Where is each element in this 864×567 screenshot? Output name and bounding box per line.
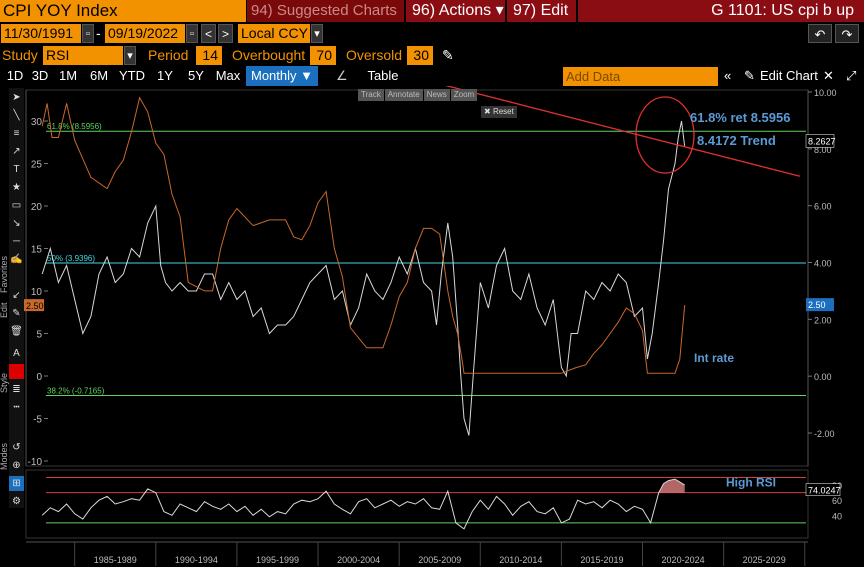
period-input[interactable]: 14: [196, 46, 222, 65]
x-tick-label: 2005-2009: [418, 555, 461, 565]
fib-label: 50% (3.9396): [47, 254, 95, 263]
high-rsi-annotation: High RSI: [726, 476, 776, 490]
y-left-tick-label: 10: [31, 287, 43, 298]
end-date-input[interactable]: 09/19/2022: [105, 24, 185, 43]
rsi-badge-label: 74.0247: [808, 486, 841, 496]
edit-label: 97) Edit: [513, 2, 569, 19]
period-label: Period: [148, 47, 189, 63]
start-date-input[interactable]: 11/30/1991: [1, 24, 81, 43]
highlight-circle: [635, 96, 695, 174]
plot-frame: [25, 89, 809, 467]
chart-title: G 1101: US cpi b up: [578, 0, 864, 22]
fib-label: 61.8% (8.5956): [47, 122, 102, 131]
rsi-tick-label: 40: [832, 511, 842, 521]
int-rate-series: [41, 96, 686, 374]
overbought-label: Overbought: [232, 47, 306, 63]
tab-1y[interactable]: 1Y: [151, 66, 179, 86]
ticker-field[interactable]: CPI YOY Index: [0, 0, 246, 22]
y-right-tick-label: 4.00: [814, 259, 832, 269]
mini-zoom-button[interactable]: Zoom: [450, 89, 478, 101]
reset-label: Reset: [492, 107, 514, 116]
y-left-tick-label: 30: [31, 117, 43, 128]
chart-mini-toolbar: Track Annotate News Zoom: [358, 89, 478, 103]
retracement-annotation: 61.8% ret 8.5956: [690, 110, 790, 125]
y-left-tick-label: 15: [31, 245, 43, 256]
tab-max[interactable]: Max: [213, 66, 243, 86]
oversold-label: Oversold: [346, 47, 403, 63]
oversold-input[interactable]: 30: [407, 46, 433, 65]
tab-1m[interactable]: 1M: [54, 66, 82, 86]
y-right-tick-label: 10.00: [814, 88, 837, 98]
chart-canvas[interactable]: 61.8% (8.5956) 50% (3.9396) 38.2% (-0.7165…: [0, 86, 864, 567]
study-select[interactable]: RSI: [43, 46, 123, 65]
tab-monthly[interactable]: Monthly ▼: [246, 66, 318, 86]
redo-button[interactable]: ↷: [835, 24, 859, 43]
reset-icon: ✖: [484, 107, 491, 116]
line-chart-icon[interactable]: ∠: [336, 66, 350, 86]
x-tick-label: 1985-1989: [94, 555, 137, 565]
overbought-input[interactable]: 70: [310, 46, 336, 65]
price-badge-label: 2.50: [808, 300, 826, 310]
edit-chart-button[interactable]: Edit Chart: [760, 66, 818, 86]
pencil-icon[interactable]: ✎: [744, 66, 755, 86]
tab-3d[interactable]: 3D: [29, 66, 51, 86]
add-data-input[interactable]: Add Data: [563, 67, 718, 86]
x-tick-label: 1995-1999: [256, 555, 299, 565]
x-tick-label: 2020-2024: [662, 555, 705, 565]
rsi-frame: [25, 469, 809, 539]
x-tick-label: 2000-2004: [337, 555, 380, 565]
mini-track-button[interactable]: Track: [358, 89, 384, 101]
y-left-tick-label: 20: [31, 202, 43, 213]
actions-button[interactable]: 96) Actions ▾: [406, 0, 505, 22]
currency-select[interactable]: Local CCY: [238, 24, 310, 43]
mini-annotate-button[interactable]: Annotate: [384, 89, 423, 101]
next-period-button[interactable]: >: [218, 24, 233, 43]
trend-annotation: 8.4172 Trend: [697, 133, 776, 148]
calendar-icon[interactable]: ▫: [82, 24, 94, 43]
x-tick-label: 2015-2019: [580, 555, 623, 565]
suggested-charts-button[interactable]: 94) Suggested Charts: [247, 0, 404, 22]
cpi-yoy-index-series: [41, 120, 686, 436]
rsi-tick-label: 60: [832, 496, 842, 506]
mini-news-button[interactable]: News: [423, 89, 450, 101]
x-tick-label: 2025-2029: [743, 555, 786, 565]
reset-button[interactable]: ✖ Reset: [481, 106, 517, 118]
x-tick-label: 2010-2014: [499, 555, 542, 565]
collapse-icon[interactable]: «: [724, 66, 731, 86]
y-right-tick-label: 6.00: [814, 202, 832, 212]
pencil-icon[interactable]: ✎: [442, 46, 454, 65]
chevron-down-icon[interactable]: ▾: [124, 46, 136, 65]
study-label: Study: [2, 47, 38, 63]
y-left-tick-label: -10: [28, 457, 43, 468]
tab-ytd[interactable]: YTD: [116, 66, 148, 86]
price-badge-label: 8.2627: [808, 136, 836, 146]
fib-label: 38.2% (-0.7165): [47, 387, 105, 396]
calendar-icon[interactable]: ▫: [186, 24, 198, 43]
tab-1d[interactable]: 1D: [4, 66, 26, 86]
y-left-tick-label: 0: [36, 372, 42, 383]
left-badge-label: 2.50: [26, 301, 44, 311]
undo-button[interactable]: ↶: [808, 24, 832, 43]
close-icon[interactable]: ✕: [823, 66, 834, 86]
y-left-tick-label: 5: [36, 330, 42, 341]
y-left-tick-label: 25: [31, 160, 43, 171]
prev-period-button[interactable]: <: [201, 24, 216, 43]
y-right-tick-label: 2.00: [814, 315, 832, 325]
expand-icon[interactable]: ⤢: [846, 66, 856, 86]
tab-6m[interactable]: 6M: [85, 66, 113, 86]
y-right-tick-label: -2.00: [814, 429, 835, 439]
caret-down-icon: ▾: [495, 2, 504, 19]
int-rate-annotation: Int rate: [694, 351, 734, 365]
tab-5y[interactable]: 5Y: [182, 66, 210, 86]
y-left-tick-label: -5: [33, 415, 42, 426]
rsi-series: [41, 478, 685, 530]
x-tick-label: 1990-1994: [175, 555, 218, 565]
tab-table[interactable]: Table: [358, 66, 408, 86]
actions-label: 96) Actions: [412, 2, 492, 19]
y-right-tick-label: 0.00: [814, 372, 832, 382]
edit-button[interactable]: 97) Edit ▾: [507, 0, 576, 41]
chevron-down-icon[interactable]: ▾: [311, 24, 323, 43]
date-separator: -: [96, 25, 101, 41]
